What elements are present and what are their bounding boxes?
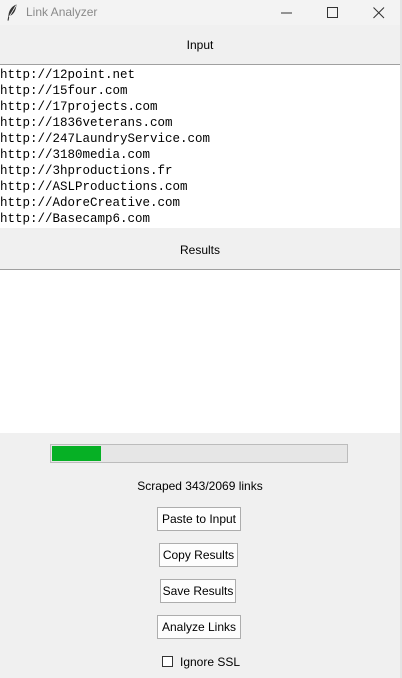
input-url-line: http://15four.com xyxy=(0,84,128,98)
minimize-button[interactable] xyxy=(264,0,310,25)
minimize-icon xyxy=(281,12,292,14)
progress-fill xyxy=(52,446,101,461)
input-textarea[interactable]: http://12point.net http://15four.com htt… xyxy=(0,65,400,228)
results-content xyxy=(0,270,400,286)
input-url-line: http://17projects.com xyxy=(0,100,158,114)
ignore-ssl-checkbox[interactable] xyxy=(162,656,173,667)
save-results-button[interactable]: Save Results xyxy=(160,579,236,603)
results-label: Results xyxy=(179,243,220,257)
input-url-line: http://ASLProductions.com xyxy=(0,180,188,194)
maximize-button[interactable] xyxy=(310,0,356,25)
window-title: Link Analyzer xyxy=(26,5,98,19)
input-url-line: http://3hproductions.fr xyxy=(0,164,173,178)
analyze-links-button[interactable]: Analyze Links xyxy=(157,615,241,639)
input-url-line: http://Basecamp6.com xyxy=(0,212,151,226)
input-url-line: http://AdoreCreative.com xyxy=(0,196,181,210)
title-bar: Link Analyzer xyxy=(0,0,402,25)
input-url-line: http://247LaundryService.com xyxy=(0,132,211,146)
close-icon xyxy=(373,7,385,19)
input-url-line: http://12point.net xyxy=(0,68,136,82)
progress-bar xyxy=(50,444,348,463)
input-url-line: http://1836veterans.com xyxy=(0,116,173,130)
input-label: Input xyxy=(186,38,214,52)
results-textarea[interactable] xyxy=(0,270,400,433)
ignore-ssl-label: Ignore SSL xyxy=(180,655,241,669)
copy-results-button[interactable]: Copy Results xyxy=(159,543,238,567)
status-text: Scraped 343/2069 links xyxy=(137,479,263,493)
input-url-line: http://3180media.com xyxy=(0,148,151,162)
close-button[interactable] xyxy=(356,0,402,25)
maximize-icon xyxy=(327,7,338,18)
paste-to-input-button[interactable]: Paste to Input xyxy=(157,507,241,531)
feather-icon xyxy=(6,4,18,21)
